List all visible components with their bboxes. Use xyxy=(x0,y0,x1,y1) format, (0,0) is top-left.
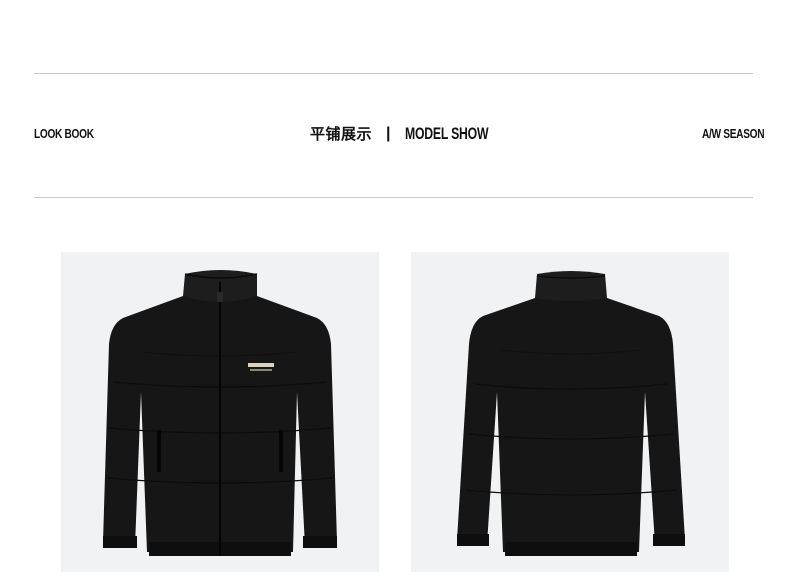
season-label: A/W SEASON xyxy=(702,126,765,141)
title-divider: | xyxy=(386,124,391,142)
section-title: 平铺展示 | MODEL SHOW xyxy=(310,123,520,144)
jacket-back-image xyxy=(411,252,729,572)
top-divider-line xyxy=(34,73,753,74)
section-title-english: MODEL SHOW xyxy=(404,123,489,143)
jacket-front-image xyxy=(61,252,379,572)
section-title-chinese: 平铺展示 xyxy=(310,125,373,143)
look-book-label: LOOK BOOK xyxy=(34,126,94,141)
bottom-divider-line xyxy=(34,197,753,198)
